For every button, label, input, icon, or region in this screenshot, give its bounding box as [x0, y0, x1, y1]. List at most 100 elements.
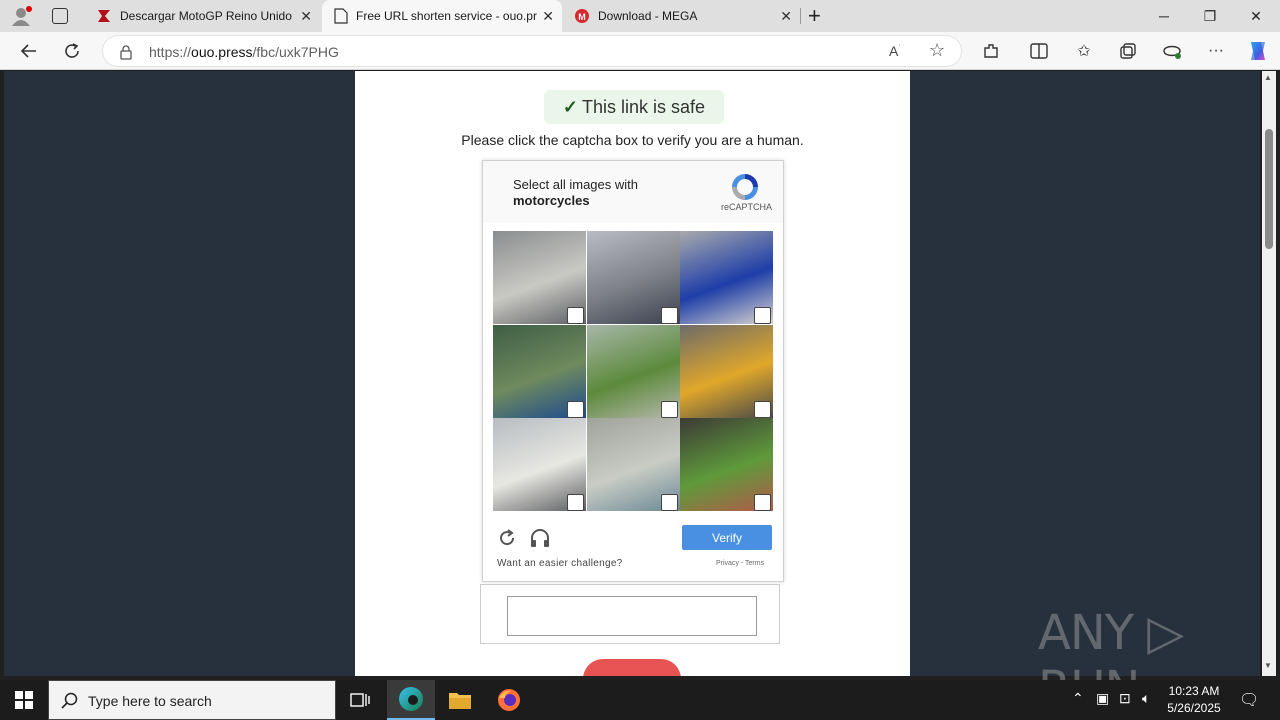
privacy-terms-link[interactable]: Privacy - Terms — [716, 560, 764, 567]
page-icon — [334, 8, 348, 24]
tab-mega[interactable]: M Download - MEGA ✕ — [562, 0, 800, 32]
browser-essentials-icon[interactable] — [1157, 36, 1187, 66]
tile-checkbox[interactable] — [754, 400, 771, 418]
answer-box — [480, 584, 780, 644]
task-view-button[interactable] — [336, 680, 384, 720]
start-button[interactable] — [0, 680, 48, 720]
taskbar-file-explorer[interactable] — [436, 680, 484, 720]
profile-icon[interactable] — [10, 6, 32, 26]
notifications-icon[interactable]: 🗨︎ — [1239, 690, 1259, 710]
tab-strip: Descargar MotoGP Reino Unido ✕ Free URL … — [0, 0, 1280, 32]
tile-checkbox[interactable] — [567, 494, 584, 511]
tile-scooter-fruit[interactable] — [680, 418, 773, 511]
task-view-icon — [350, 693, 370, 707]
captcha-image-grid — [493, 231, 773, 511]
tile-checkbox[interactable] — [660, 400, 678, 418]
headphones-icon[interactable] — [529, 528, 551, 548]
taskbar-edge[interactable] — [387, 680, 435, 720]
close-icon[interactable]: ✕ — [542, 8, 554, 25]
split-screen-icon[interactable] — [1024, 36, 1054, 66]
taskbar-search[interactable]: Type here to search — [48, 680, 336, 720]
recaptcha-logo-icon — [732, 174, 758, 200]
page-content: ✓ This link is safe Please click the cap… — [355, 71, 910, 676]
tile-blue-motorcycle[interactable] — [680, 231, 773, 324]
tab-ouo[interactable]: Free URL shorten service - ouo.pr ✕ — [322, 0, 562, 32]
tab-actions-icon[interactable] — [52, 8, 68, 24]
tab-title: Descargar MotoGP Reino Unido — [120, 9, 292, 23]
scroll-down-icon[interactable]: ▼ — [1264, 661, 1272, 670]
lock-icon[interactable] — [119, 44, 133, 60]
tray-overflow-icon[interactable]: ⌃ — [1072, 690, 1084, 707]
tab-title: Download - MEGA — [598, 9, 698, 23]
copilot-icon[interactable] — [1243, 36, 1273, 66]
tile-highway-trees[interactable] — [586, 324, 680, 418]
check-icon: ✓ — [562, 96, 579, 117]
collections-icon[interactable] — [1113, 36, 1143, 66]
captcha-target: motorcycles — [513, 193, 590, 208]
system-clock[interactable]: 10:23 AM 5/26/2025 — [1164, 683, 1224, 717]
tab-title: Free URL shorten service - ouo.pr — [356, 9, 537, 23]
mega-icon: M — [575, 9, 589, 23]
close-icon[interactable]: ✕ — [300, 8, 312, 25]
refresh-button[interactable] — [57, 36, 87, 66]
page-scrollbar[interactable]: ▲ ▼ — [1262, 71, 1276, 676]
scrollbar-thumb[interactable] — [1265, 129, 1273, 249]
taskbar-firefox[interactable] — [485, 680, 533, 720]
folder-icon — [449, 693, 471, 709]
tile-checkbox[interactable] — [660, 307, 678, 324]
captcha-prompt: Select all images with — [513, 177, 638, 192]
answer-input[interactable] — [507, 596, 757, 636]
red-bolt-icon — [98, 10, 110, 22]
tile-checkbox[interactable] — [660, 494, 678, 511]
safe-link-text: This link is safe — [582, 96, 706, 117]
tile-street-bus[interactable] — [493, 324, 586, 418]
scroll-up-icon[interactable]: ▲ — [1264, 73, 1272, 82]
meet-now-icon[interactable]: ▣ — [1096, 690, 1109, 707]
new-tab-button[interactable]: + — [808, 3, 821, 29]
svg-text:M: M — [578, 12, 586, 22]
windows-logo-icon — [15, 691, 33, 709]
favorite-star-icon[interactable]: ☆ — [929, 40, 945, 61]
tab-motogp[interactable]: Descargar MotoGP Reino Unido ✕ — [84, 0, 320, 32]
easier-challenge-link[interactable]: Want an easier challenge? — [497, 558, 623, 569]
firefox-icon — [498, 689, 520, 711]
tile-city-street[interactable] — [493, 418, 586, 511]
volume-icon[interactable]: 🔈︎ — [1142, 690, 1150, 707]
clock-time: 10:23 AM — [1168, 684, 1220, 698]
continue-button[interactable] — [583, 659, 681, 676]
address-bar[interactable]: https://ouo.press/fbc/uxk7PHG Aʾ ☆ — [102, 35, 962, 67]
read-aloud-icon[interactable]: Aʾ — [889, 43, 901, 59]
settings-more-icon[interactable]: ··· — [1201, 36, 1231, 66]
windows-taskbar: Type here to search ⌃ ▣ ⊡ 🔈︎ 10:23 AM 5/… — [0, 680, 1280, 720]
captcha-header: Select all images with motorcycles reCAP… — [483, 161, 783, 223]
minimize-button[interactable]: ─ — [1141, 0, 1187, 32]
tile-checkbox[interactable] — [567, 400, 584, 418]
restore-button[interactable]: ❐ — [1187, 0, 1233, 32]
tile-overpass[interactable] — [493, 231, 586, 324]
network-icon[interactable]: ⊡ — [1119, 690, 1131, 707]
safe-link-badge: ✓ This link is safe — [544, 90, 724, 124]
tab-separator — [800, 8, 801, 24]
verify-button[interactable]: Verify — [682, 525, 772, 550]
recaptcha-challenge: Select all images with motorcycles reCAP… — [482, 160, 784, 582]
favorites-icon[interactable]: ✩ — [1069, 36, 1099, 66]
clock-date: 5/26/2025 — [1167, 701, 1221, 715]
reload-icon[interactable] — [497, 528, 517, 548]
back-button[interactable] — [13, 36, 43, 66]
refresh-icon — [65, 43, 79, 58]
tile-school-bus[interactable] — [680, 324, 773, 418]
url-text[interactable]: https://ouo.press/fbc/uxk7PHG — [149, 44, 339, 60]
tile-checkbox[interactable] — [567, 307, 584, 324]
tile-bike-riders[interactable] — [586, 231, 680, 324]
extensions-icon[interactable] — [976, 36, 1006, 66]
back-arrow-icon — [20, 44, 36, 58]
edge-icon — [399, 687, 423, 711]
recaptcha-label: reCAPTCHA — [721, 202, 773, 212]
tile-checkbox[interactable] — [754, 494, 771, 511]
web-viewport: ✓ This link is safe Please click the cap… — [4, 71, 1260, 676]
close-icon[interactable]: ✕ — [780, 8, 792, 25]
close-window-button[interactable]: ✕ — [1233, 0, 1279, 32]
captcha-instruction: Please click the captcha box to verify y… — [461, 132, 804, 148]
tile-checkbox[interactable] — [754, 307, 771, 324]
tile-bridge[interactable] — [586, 418, 680, 511]
